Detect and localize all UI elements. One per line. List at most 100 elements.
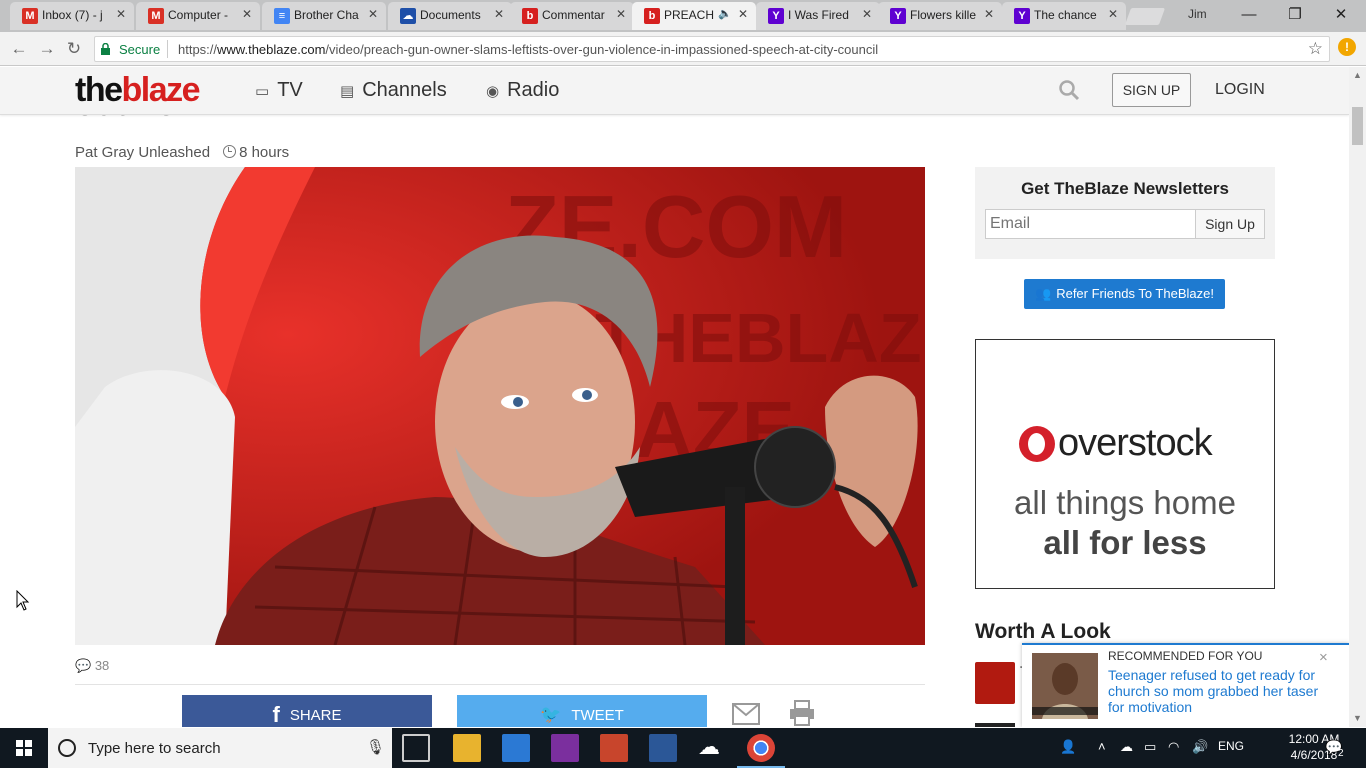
time-ago: 8 hours (239, 144, 290, 161)
browser-tab[interactable]: Y Flowers kille ✕ (878, 2, 1002, 30)
page-viewport: theblaze ▭ TV ▤ Channels ◉ Radio SIGN UP LO… (0, 67, 1349, 727)
microphone-icon[interactable]: 🎙 (366, 738, 385, 756)
browser-tab[interactable]: Y I Was Fired ✕ (756, 2, 880, 30)
tab-title: The chance (1034, 8, 1097, 22)
onenote-icon[interactable] (551, 734, 579, 762)
new-tab-button[interactable] (1124, 8, 1166, 25)
overstock-logo-icon (1019, 426, 1055, 462)
back-button[interactable]: ← (8, 38, 30, 60)
close-tab-icon[interactable]: ✕ (616, 7, 626, 21)
close-tab-icon[interactable]: ✕ (738, 7, 748, 21)
volume-icon[interactable]: 🔊 (1192, 739, 1208, 755)
newsletter-signup-button[interactable]: Sign Up (1195, 209, 1265, 239)
store-icon[interactable] (502, 734, 530, 762)
tv-icon: ▭ (255, 83, 270, 100)
recommendation-title[interactable]: Teenager refused to get ready for church… (1108, 667, 1328, 715)
windows-start-icon[interactable] (0, 728, 48, 768)
recommendation-popup[interactable]: RECOMMENDED FOR YOU Teenager refused to … (1022, 643, 1349, 727)
chrome-update-icon[interactable]: ! (1338, 38, 1356, 56)
worth-a-look-thumbnail-2[interactable] (975, 723, 1015, 727)
login-link[interactable]: LOGIN (1215, 81, 1265, 99)
clock-icon (223, 145, 237, 158)
show-hidden-icons-icon[interactable]: ˄ (1098, 739, 1106, 754)
browser-tab[interactable]: b Commentar ✕ (510, 2, 634, 30)
reload-button[interactable]: ↻ (63, 38, 85, 60)
chrome-icon[interactable] (737, 734, 785, 768)
site-header: theblaze ▭ TV ▤ Channels ◉ Radio SIGN UP LO… (0, 67, 1349, 115)
forward-button[interactable]: → (36, 38, 58, 60)
recommendation-thumbnail[interactable] (1032, 653, 1098, 719)
taskbar-search-box[interactable]: Type here to search 🎙 (48, 728, 392, 768)
task-view-icon[interactable] (402, 734, 430, 762)
profile-name[interactable]: Jim (1188, 7, 1207, 21)
email-icon[interactable] (732, 703, 760, 725)
close-tab-icon[interactable]: ✕ (494, 7, 504, 21)
page-scrollbar[interactable]: ▲ ▼ (1349, 67, 1366, 727)
nav-radio[interactable]: ◉ Radio (486, 79, 559, 102)
secure-label: Secure (119, 42, 161, 57)
restore-button[interactable]: ❐ (1272, 0, 1318, 30)
url-path: /video/preach-gun-owner-slams-leftists-o… (325, 42, 879, 57)
comment-count[interactable]: 💬 38 (75, 658, 109, 674)
powerpoint-icon[interactable] (600, 734, 628, 762)
recommendation-label: RECOMMENDED FOR YOU (1108, 649, 1263, 663)
browser-tab[interactable]: b PREACH 🔈 ✕ (632, 2, 756, 30)
people-icon[interactable]: 👤 (1060, 739, 1076, 755)
users-icon: 👥 (1035, 286, 1052, 301)
scroll-up-arrow[interactable]: ▲ (1353, 70, 1362, 80)
word-icon[interactable] (649, 734, 677, 762)
tab-strip: M Inbox (7) - j ✕ M Computer - ✕ ≡ Brother Cha ✕… (0, 0, 1366, 32)
print-icon[interactable] (788, 699, 816, 727)
language-indicator[interactable]: ENG (1218, 739, 1244, 753)
bookmark-star-icon[interactable]: ☆ (1308, 39, 1323, 59)
tab-title: Documents (420, 8, 481, 22)
video-player[interactable]: ZE.COM THEBLAZE AZE (75, 167, 925, 645)
radio-icon: ◉ (486, 83, 500, 100)
battery-icon[interactable]: ▭ (1144, 739, 1156, 755)
close-tab-icon[interactable]: ✕ (242, 7, 252, 21)
close-icon[interactable]: × (1319, 649, 1328, 666)
close-tab-icon[interactable]: ✕ (1108, 7, 1118, 21)
close-tab-icon[interactable]: ✕ (984, 7, 994, 21)
browser-tab[interactable]: Y The chance ✕ (1002, 2, 1126, 30)
newsletter-email-input[interactable] (985, 209, 1196, 239)
twitter-tweet-button[interactable]: 🐦 TWEET (457, 695, 707, 727)
tab-title: I Was Fired (788, 8, 849, 22)
file-explorer-icon[interactable] (453, 734, 481, 762)
close-tab-icon[interactable]: ✕ (368, 7, 378, 21)
close-window-button[interactable]: ✕ (1318, 0, 1364, 30)
address-bar[interactable]: Secure https://www.theblaze.com/video/pr… (94, 36, 1330, 62)
nav-channels[interactable]: ▤ Channels (340, 79, 447, 102)
search-icon[interactable] (1058, 79, 1080, 101)
onedrive-tray-icon[interactable]: ☁ (1120, 739, 1133, 755)
taskbar-search-placeholder: Type here to search (88, 740, 221, 757)
browser-tab[interactable]: M Computer - ✕ (136, 2, 260, 30)
wifi-icon[interactable]: ◠ (1168, 739, 1179, 755)
facebook-share-button[interactable]: f SHARE (182, 695, 432, 727)
tab-title: Inbox (7) - j (42, 8, 103, 22)
overstock-ad[interactable]: overstock all things home all for less (975, 339, 1275, 589)
yahoo-icon: Y (768, 8, 784, 24)
onedrive-icon[interactable]: ☁ (698, 734, 726, 762)
sign-up-button[interactable]: SIGN UP (1112, 73, 1191, 107)
minimize-button[interactable]: — (1226, 0, 1272, 30)
theblaze-logo[interactable]: theblaze (75, 71, 201, 110)
docs-icon: ≡ (274, 8, 290, 24)
browser-tab[interactable]: ☁ Documents ✕ (388, 2, 512, 30)
close-tab-icon[interactable]: ✕ (116, 7, 126, 21)
nav-tv[interactable]: ▭ TV (255, 79, 303, 102)
gmail-icon: M (148, 8, 164, 24)
author-link[interactable]: Pat Gray Unleashed (75, 144, 210, 161)
browser-tab[interactable]: ≡ Brother Cha ✕ (262, 2, 386, 30)
browser-tab[interactable]: M Inbox (7) - j ✕ (10, 2, 134, 30)
worth-a-look-thumbnail[interactable] (975, 662, 1015, 704)
channels-icon: ▤ (340, 83, 355, 100)
close-tab-icon[interactable]: ✕ (862, 7, 872, 21)
blaze-icon: b (522, 8, 538, 24)
scroll-thumb[interactable] (1352, 107, 1363, 145)
refer-friends-button[interactable]: 👥 Refer Friends To TheBlaze! (1024, 279, 1225, 309)
scroll-down-arrow[interactable]: ▼ (1353, 713, 1362, 723)
newsletter-title: Get TheBlaze Newsletters (1021, 179, 1229, 198)
video-frame: ZE.COM THEBLAZE AZE (75, 167, 925, 645)
tab-audio-icon[interactable]: 🔈 (718, 7, 732, 20)
